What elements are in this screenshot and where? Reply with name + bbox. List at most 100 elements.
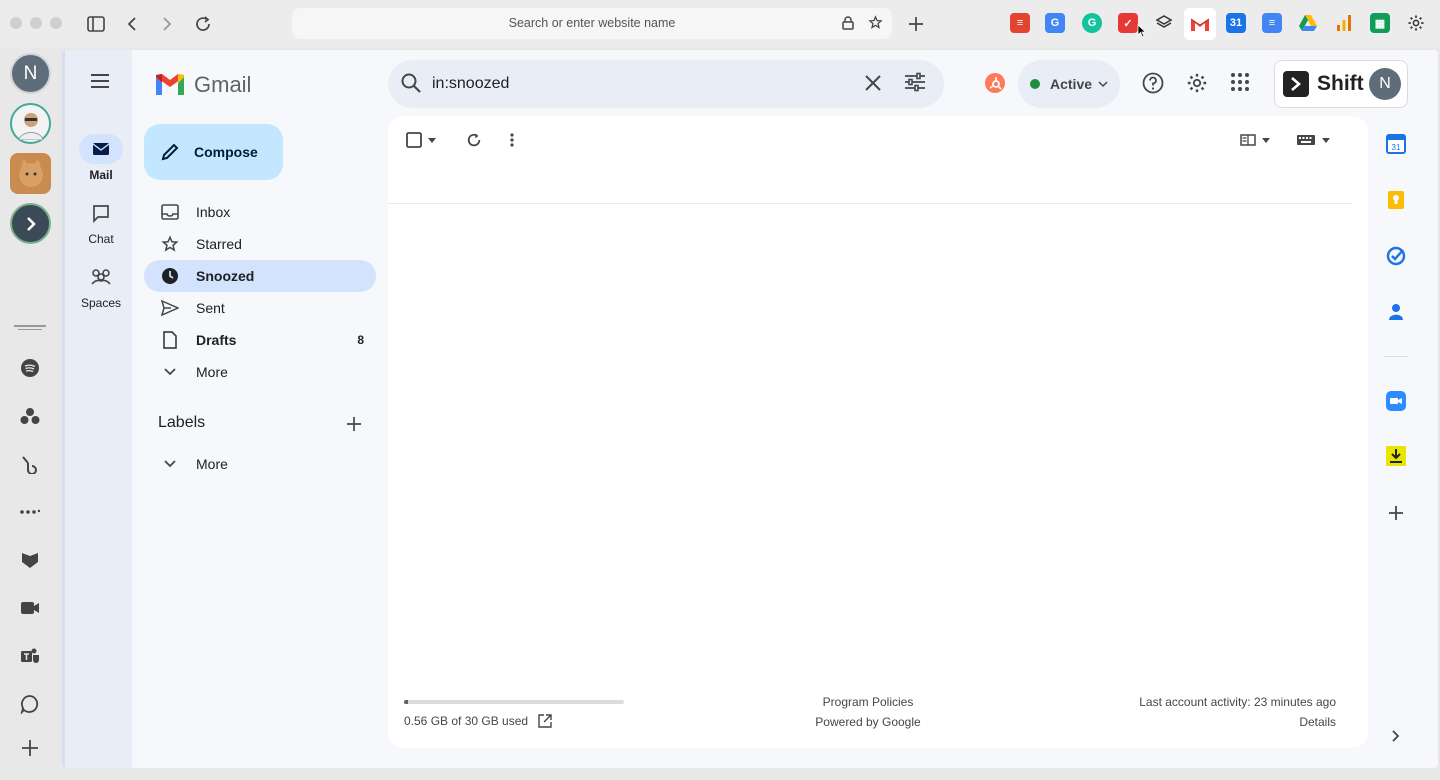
select-all-checkbox[interactable] (406, 130, 436, 150)
status-label: Active (1050, 76, 1093, 92)
gmail-logo-text: Gmail (194, 72, 252, 97)
shield-app-icon[interactable] (18, 548, 42, 572)
contacts-side-icon[interactable] (1384, 300, 1408, 324)
search-input[interactable]: in:snoozed (432, 75, 509, 93)
mouse-cursor-icon (1137, 24, 1147, 43)
labels-heading: Labels (158, 414, 206, 431)
close-window-button[interactable] (10, 17, 22, 29)
zoom-window-button[interactable] (50, 17, 62, 29)
account-avatar-cat[interactable] (10, 153, 51, 194)
docs-extension-icon[interactable]: ≡ (1262, 13, 1282, 33)
analytics-extension-icon[interactable] (1334, 13, 1354, 33)
spotify-icon[interactable] (18, 356, 42, 380)
folder-inbox[interactable]: Inbox (144, 196, 376, 228)
details-link[interactable]: Details (1299, 715, 1336, 729)
gmail-logo-icon (156, 74, 184, 95)
drafts-count: 8 (357, 333, 364, 347)
zoom-side-icon[interactable] (1384, 389, 1408, 413)
drive-extension-icon[interactable] (1298, 13, 1318, 33)
search-options-icon[interactable] (904, 72, 928, 96)
basecamp-icon[interactable] (18, 452, 42, 476)
hubspot-icon[interactable] (984, 72, 1006, 94)
last-activity: Last account activity: 23 minutes ago (1139, 695, 1336, 709)
account-avatar-photo[interactable] (10, 103, 51, 144)
input-tools-keyboard-icon[interactable] (1296, 130, 1330, 150)
labels-more[interactable]: More (144, 448, 376, 480)
folder-more[interactable]: More (144, 356, 376, 388)
chevron-right-icon[interactable] (1384, 724, 1408, 748)
more-options-icon[interactable] (510, 130, 514, 150)
account-avatar[interactable]: N (1369, 68, 1401, 100)
status-chip[interactable]: Active (1018, 60, 1120, 108)
keep-side-icon[interactable] (1384, 188, 1408, 212)
nav-chat[interactable]: Chat (70, 198, 132, 246)
compose-button[interactable]: Compose (144, 124, 283, 180)
account-initial: N (1379, 75, 1391, 92)
address-bar[interactable]: Search or enter website name (292, 8, 892, 39)
clock-icon (160, 266, 180, 286)
gmail-logo[interactable]: Gmail (154, 70, 251, 100)
add-app-icon[interactable] (18, 736, 42, 760)
nav-mail[interactable]: Mail (70, 134, 132, 182)
grammarly-extension-icon[interactable]: G (1082, 13, 1102, 33)
sheets-extension-icon[interactable]: ▦ (1370, 13, 1390, 33)
layers-extension-icon[interactable] (1154, 13, 1174, 33)
folder-label: Inbox (196, 204, 231, 220)
main-menu-icon[interactable] (89, 72, 113, 96)
reload-icon[interactable] (191, 12, 215, 36)
settings-icon[interactable] (1186, 72, 1210, 96)
download-side-icon[interactable] (1384, 444, 1408, 468)
video-app-icon[interactable] (18, 596, 42, 620)
tasks-side-icon[interactable] (1384, 244, 1408, 268)
message-list-panel: 0.56 GB of 30 GB used Program Policies P… (388, 116, 1368, 748)
chevron-down-icon (1098, 80, 1108, 87)
checker-extension-icon[interactable]: ✓ (1118, 13, 1138, 33)
star-icon (160, 234, 180, 254)
bookmark-star-icon[interactable] (868, 15, 883, 35)
nav-spaces[interactable]: Spaces (70, 262, 132, 310)
folder-snoozed[interactable]: Snoozed (144, 260, 376, 292)
shift-account-icon[interactable] (10, 203, 51, 244)
folder-sent[interactable]: Sent (144, 292, 376, 324)
program-policies-link[interactable]: Program Policies (768, 695, 968, 709)
storage-usage[interactable]: 0.56 GB of 30 GB used (404, 714, 552, 728)
apps-grid-icon[interactable] (1230, 72, 1254, 96)
rail-divider-2 (18, 329, 42, 330)
folder-starred[interactable]: Starred (144, 228, 376, 260)
get-addons-icon[interactable] (1384, 501, 1408, 525)
help-icon[interactable] (1142, 72, 1166, 96)
shift-app-rail: N (0, 48, 60, 780)
caret-down-icon (1322, 137, 1330, 143)
folder-label: Starred (196, 236, 242, 252)
storage-meter (404, 700, 624, 704)
new-tab-icon[interactable] (904, 12, 928, 36)
more-apps-dots-icon[interactable] (18, 500, 42, 524)
settings-gear-icon[interactable] (1406, 13, 1426, 33)
back-icon[interactable] (120, 12, 144, 36)
folder-drafts[interactable]: Drafts 8 (144, 324, 376, 356)
clear-search-icon[interactable] (862, 72, 886, 96)
folder-label: Drafts (196, 332, 237, 348)
calendar-extension-icon[interactable]: 31 (1226, 13, 1246, 33)
add-label-icon[interactable] (346, 416, 366, 436)
split-pane-toggle-icon[interactable] (1240, 130, 1270, 150)
forward-icon[interactable] (155, 12, 179, 36)
nav-spaces-label: Spaces (80, 296, 122, 310)
minimize-window-button[interactable] (30, 17, 42, 29)
todoist-extension-icon[interactable]: ≡ (1010, 13, 1030, 33)
folder-label: More (196, 364, 228, 380)
teams-icon[interactable] (18, 644, 42, 668)
account-avatar[interactable]: N (10, 53, 51, 94)
search-bar[interactable]: in:snoozed (388, 60, 944, 108)
gmail-extension-icon[interactable] (1184, 8, 1216, 40)
translate-extension-icon[interactable]: G (1045, 13, 1065, 33)
asana-icon[interactable] (18, 404, 42, 428)
whatsapp-icon[interactable] (18, 692, 42, 716)
calendar-side-icon[interactable]: 31 (1384, 132, 1408, 156)
chevron-down-icon (160, 454, 180, 474)
shift-account-chip[interactable]: Shift N (1274, 60, 1408, 108)
labels-more-label: More (196, 456, 228, 472)
sidebar-toggle-icon[interactable] (84, 12, 108, 36)
search-icon[interactable] (400, 72, 424, 96)
refresh-icon[interactable] (466, 130, 482, 150)
